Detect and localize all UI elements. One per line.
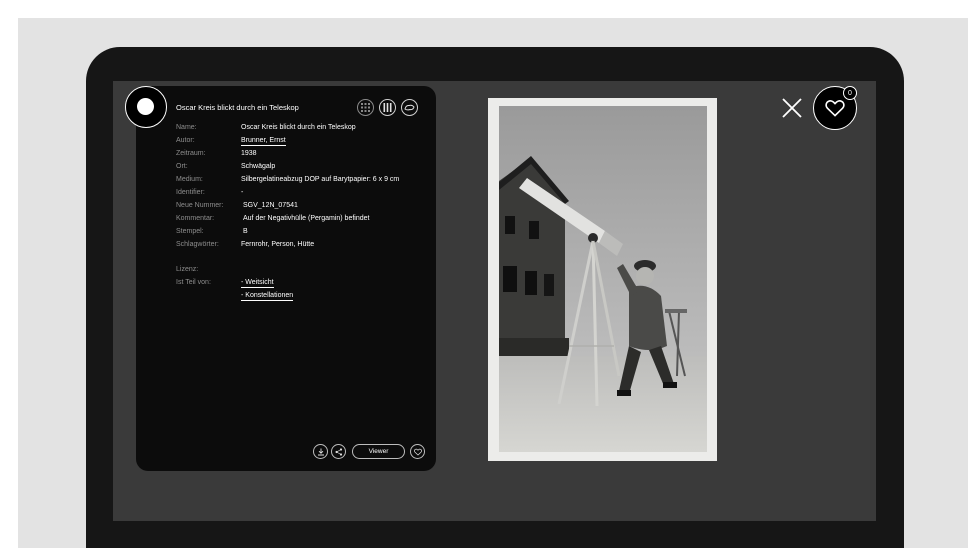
field-value-medium: Silbergelatineabzug DOP auf Barytpapier:… (241, 176, 400, 183)
logo-button[interactable] (125, 86, 167, 128)
columns-view-button[interactable] (379, 99, 396, 116)
field-label-new-number: Neue Nummer: (176, 202, 224, 209)
close-button[interactable] (781, 97, 803, 119)
grid-view-button[interactable] (357, 99, 374, 116)
field-value-comment: Auf der Negativhülle (Pergamin) befindet (243, 215, 370, 222)
map-view-icon (404, 104, 415, 111)
field-label-identifier: Identifier: (176, 189, 205, 196)
field-value-stamp: B (243, 228, 248, 235)
field-label-keywords: Schlagwörter: (176, 241, 219, 248)
part-of-link-konstellationen[interactable]: - Konstellationen (241, 292, 294, 301)
map-view-button[interactable] (401, 99, 418, 116)
artwork-photo[interactable] (499, 106, 707, 452)
field-value-name: Oscar Kreis blickt durch ein Teleskop (241, 124, 356, 131)
field-label-name: Name: (176, 124, 197, 131)
viewer-button[interactable]: Viewer (352, 444, 405, 459)
download-icon (317, 448, 324, 455)
field-label-author: Autor: (176, 137, 195, 144)
grid-view-icon (361, 103, 370, 112)
field-label-place: Ort: (176, 163, 188, 170)
field-label-license: Lizenz: (176, 266, 199, 273)
field-value-period: 1938 (241, 150, 257, 157)
circle-logo-icon (137, 98, 154, 115)
field-value-new-number: SGV_12N_07541 (243, 202, 298, 209)
field-value-identifier: - (241, 189, 244, 196)
columns-view-icon (383, 103, 392, 112)
field-value-place: Schwägalp (241, 163, 276, 170)
part-of-link-weitsicht[interactable]: - Weitsicht (241, 279, 274, 288)
close-icon (782, 98, 802, 118)
like-button[interactable] (410, 444, 425, 459)
field-label-stamp: Stempel: (176, 228, 204, 235)
field-value-keywords: Fernrohr, Person, Hütte (241, 241, 315, 248)
heart-icon (413, 448, 422, 456)
field-label-period: Zeitraum: (176, 150, 206, 157)
telescope-photograph-image (499, 106, 707, 452)
share-button[interactable] (331, 444, 346, 459)
share-icon (335, 447, 342, 456)
download-button[interactable] (313, 444, 328, 459)
favorites-count-badge: 0 (843, 86, 857, 100)
field-value-author-link[interactable]: Brunner, Ernst (241, 137, 286, 146)
field-label-part-of: Ist Teil von: (176, 279, 211, 286)
record-title: Oscar Kreis blickt durch ein Teleskop (176, 103, 299, 112)
heart-icon (825, 100, 845, 117)
field-label-medium: Medium: (176, 176, 203, 183)
field-label-comment: Kommentar: (176, 215, 215, 222)
